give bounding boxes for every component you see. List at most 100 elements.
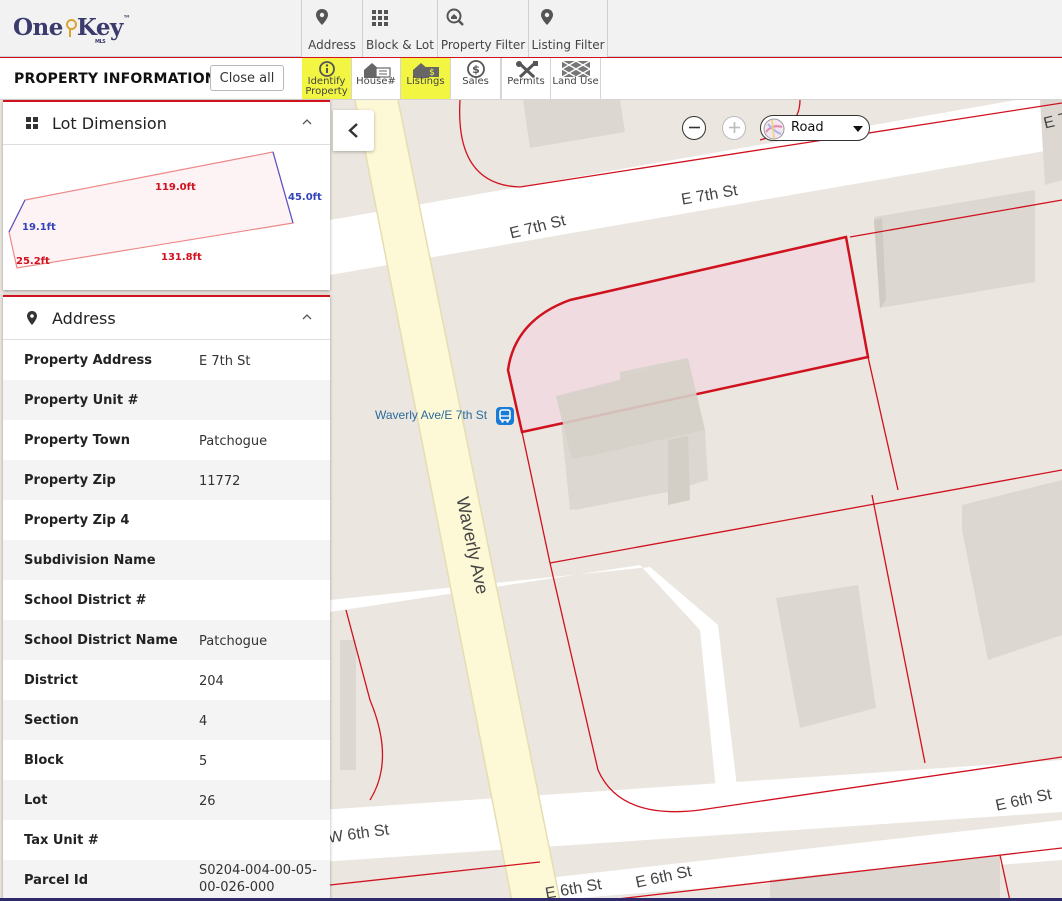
table-row: Subdivision Name bbox=[3, 540, 330, 580]
logo-mls: MLS bbox=[95, 39, 106, 45]
nav-property-filter[interactable]: Property Filter bbox=[437, 0, 528, 57]
row-label: Property Town bbox=[24, 433, 130, 448]
address-title: Address bbox=[52, 309, 116, 328]
logo-tm: ™ bbox=[122, 14, 131, 23]
tool-identify-label: Identify Property bbox=[305, 76, 348, 97]
location-pin-icon bbox=[316, 9, 328, 25]
zoom-out-button[interactable] bbox=[682, 116, 706, 140]
row-label: Section bbox=[24, 713, 79, 728]
svg-text:$: $ bbox=[472, 63, 480, 76]
tool-listings-label: Listings bbox=[406, 76, 445, 87]
nav-listing-filter[interactable]: Listing Filter bbox=[528, 0, 608, 57]
row-value: 204 bbox=[199, 674, 224, 689]
tool-land-use-label: Land Use bbox=[552, 76, 599, 87]
row-value: E 7th St bbox=[199, 354, 251, 369]
table-row: Block 5 bbox=[3, 740, 330, 780]
nav-property-filter-label: Property Filter bbox=[440, 38, 526, 52]
location-pin-icon bbox=[27, 311, 37, 325]
tool-permits-label: Permits bbox=[507, 76, 545, 87]
property-panel: Lot Dimension 119.0ft 45.0ft 19.1ft 25.2… bbox=[3, 100, 330, 901]
table-row: Lot 26 bbox=[3, 780, 330, 820]
plus-icon bbox=[728, 122, 740, 133]
lot-edge-right: 45.0ft bbox=[288, 192, 322, 203]
nav-block-lot[interactable]: Block & Lot bbox=[362, 0, 437, 57]
row-label: Property Zip bbox=[24, 473, 116, 488]
nav-address[interactable]: Address bbox=[301, 0, 362, 57]
row-label: Property Unit # bbox=[24, 393, 139, 408]
table-row: Property Address E 7th St bbox=[3, 340, 330, 380]
basemap-select[interactable]: Road bbox=[760, 115, 870, 141]
lot-edge-bottom-left: 25.2ft bbox=[16, 256, 50, 267]
row-label: School District # bbox=[24, 593, 147, 608]
lot-dimension-card: Lot Dimension 119.0ft 45.0ft 19.1ft 25.2… bbox=[3, 100, 330, 290]
top-navigation: One Key™ MLS Address Block & Lot Property… bbox=[0, 0, 1062, 57]
row-value: Patchogue bbox=[199, 634, 268, 649]
caret-down-icon bbox=[853, 126, 863, 132]
address-header[interactable]: Address bbox=[3, 297, 330, 340]
nav-address-label: Address bbox=[308, 38, 356, 52]
basemap-value: Road bbox=[791, 120, 824, 135]
minus-icon bbox=[688, 126, 700, 129]
tool-house-label: House# bbox=[356, 76, 396, 87]
address-table: Property Address E 7th St Property Unit #… bbox=[3, 340, 330, 900]
row-label: Property Address bbox=[24, 353, 152, 368]
row-label: Subdivision Name bbox=[24, 553, 156, 568]
row-value: 26 bbox=[199, 794, 216, 809]
bus-icon[interactable] bbox=[496, 407, 514, 425]
tool-sales[interactable]: $ Sales bbox=[451, 58, 501, 99]
row-value: S0204-004-00-05-00-026-000 bbox=[199, 863, 317, 895]
tool-land-use[interactable]: Land Use bbox=[551, 58, 601, 99]
nav-listing-filter-label: Listing Filter bbox=[531, 38, 605, 52]
row-label: Parcel Id bbox=[24, 873, 89, 888]
table-row: Property Zip 4 bbox=[3, 500, 330, 540]
onekey-logo[interactable]: One Key™ MLS bbox=[13, 14, 131, 46]
lot-edge-bottom: 131.8ft bbox=[161, 252, 202, 263]
grid-icon bbox=[372, 10, 388, 26]
row-value: 11772 bbox=[199, 474, 241, 489]
bus-stop-label: Waverly Ave/E 7th St bbox=[375, 408, 488, 422]
collapse-panel-button[interactable] bbox=[333, 110, 374, 151]
row-label: District bbox=[24, 673, 78, 688]
tool-permits[interactable]: Permits bbox=[501, 58, 551, 99]
table-row: Tax Unit # bbox=[3, 820, 330, 860]
tool-identify-property[interactable]: Identify Property bbox=[302, 58, 352, 99]
chevron-left-icon bbox=[348, 123, 358, 138]
address-card: Address Property Address E 7th St Propert… bbox=[3, 295, 330, 901]
magnify-house-icon bbox=[446, 8, 464, 26]
zoom-in-button[interactable] bbox=[722, 116, 746, 140]
grid-icon bbox=[26, 117, 38, 129]
row-value: 5 bbox=[199, 754, 208, 769]
logo-text-key: Key bbox=[76, 14, 123, 41]
row-label: Block bbox=[24, 753, 64, 768]
table-row: School District Name Patchogue bbox=[3, 620, 330, 660]
lot-edge-left: 19.1ft bbox=[22, 222, 56, 233]
lot-edge-top: 119.0ft bbox=[155, 182, 196, 193]
table-row: Property Zip 11772 bbox=[3, 460, 330, 500]
property-toolbar: PROPERTY INFORMATION Close all Identify … bbox=[0, 58, 1062, 100]
lot-dimension-title: Lot Dimension bbox=[52, 114, 167, 133]
chevron-up-icon bbox=[302, 119, 312, 125]
lot-dimension-diagram: 119.0ft 45.0ft 19.1ft 25.2ft 131.8ft bbox=[8, 151, 322, 269]
table-row: Property Unit # bbox=[3, 380, 330, 420]
lot-dimension-header[interactable]: Lot Dimension bbox=[3, 102, 330, 145]
table-row: Property Town Patchogue bbox=[3, 420, 330, 460]
row-value: 4 bbox=[199, 714, 208, 729]
tool-listings[interactable]: $ Listings bbox=[401, 58, 451, 99]
tool-house-number[interactable]: House# bbox=[352, 58, 401, 99]
row-label: Tax Unit # bbox=[24, 833, 99, 848]
map-globe-icon bbox=[763, 118, 785, 140]
close-all-button[interactable]: Close all bbox=[210, 65, 284, 91]
row-label: School District Name bbox=[24, 633, 178, 648]
key-icon bbox=[64, 17, 77, 37]
row-value: Patchogue bbox=[199, 434, 268, 449]
logo-text-one: One bbox=[13, 14, 63, 41]
tool-sales-label: Sales bbox=[462, 76, 489, 87]
table-row: Section 4 bbox=[3, 700, 330, 740]
row-label: Lot bbox=[24, 793, 48, 808]
row-label: Property Zip 4 bbox=[24, 513, 130, 528]
property-information-title: PROPERTY INFORMATION bbox=[14, 71, 217, 87]
nav-block-lot-label: Block & Lot bbox=[366, 38, 434, 52]
table-row: School District # bbox=[3, 580, 330, 620]
table-row: Parcel Id S0204-004-00-05-00-026-000 bbox=[3, 860, 330, 900]
location-pin-icon bbox=[541, 9, 553, 25]
